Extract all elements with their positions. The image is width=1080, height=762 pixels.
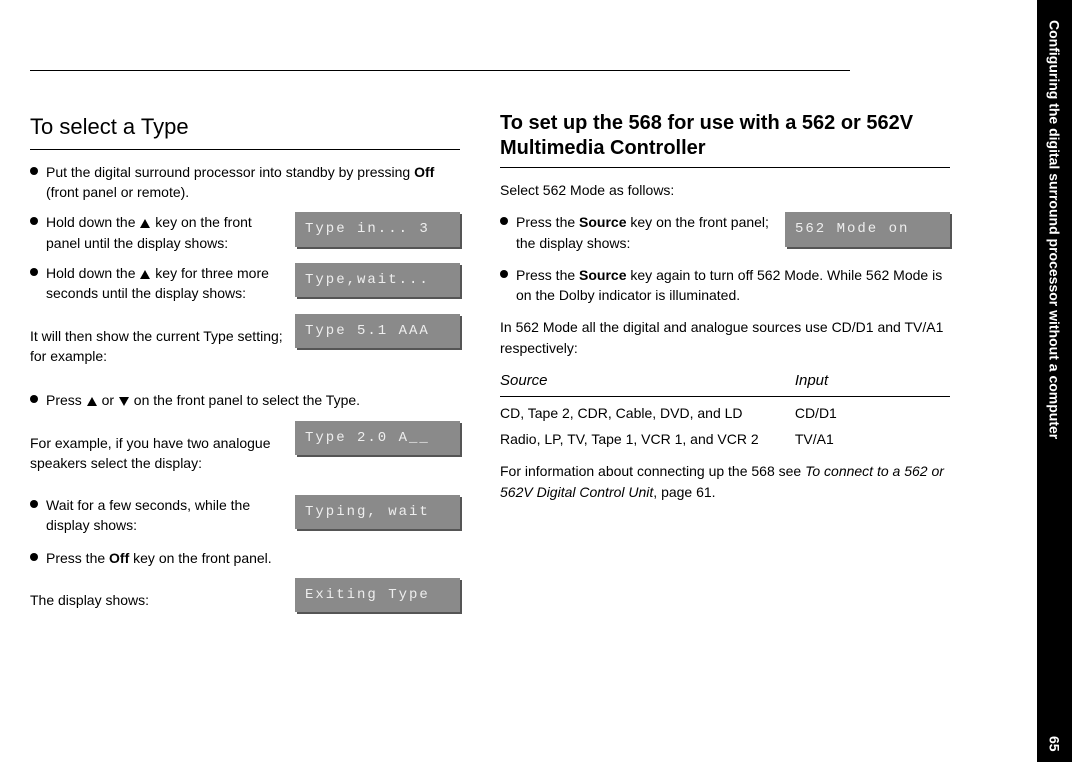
bullet-text: Put the digital surround processor into … — [46, 162, 460, 203]
step-row: It will then show the current Type setti… — [30, 314, 460, 379]
bullet-text: Press the Source key again to turn off 5… — [516, 265, 950, 306]
table-row: CD, Tape 2, CDR, Cable, DVD, and LD CD/D… — [500, 403, 950, 423]
paragraph: The display shows: — [30, 590, 285, 610]
table-header: Source Input — [500, 370, 950, 397]
lcd-display: Type in... 3 — [295, 212, 460, 246]
paragraph: In 562 Mode all the digital and analogue… — [500, 317, 950, 358]
step-row: For example, if you have two analogue sp… — [30, 421, 460, 486]
arrow-up-icon — [87, 397, 97, 406]
table-row: Radio, LP, TV, Tape 1, VCR 1, and VCR 2 … — [500, 429, 950, 449]
paragraph: Select 562 Mode as follows: — [500, 180, 950, 200]
bullet-icon — [30, 167, 38, 175]
bullet-item: Put the digital surround processor into … — [30, 162, 460, 203]
bullet-item: Press the Source key again to turn off 5… — [500, 265, 950, 306]
bullet-text: Hold down the key on the front panel unt… — [46, 212, 285, 253]
paragraph: For example, if you have two analogue sp… — [30, 433, 285, 474]
left-column: To select a Type Put the digital surroun… — [30, 111, 460, 632]
chapter-title: Configuring the digital surround process… — [1047, 20, 1063, 736]
source-input-table: Source Input CD, Tape 2, CDR, Cable, DVD… — [500, 370, 950, 449]
col-header-source: Source — [500, 370, 795, 392]
paragraph: For information about connecting up the … — [500, 461, 950, 502]
top-rule — [30, 70, 850, 71]
bullet-icon — [30, 268, 38, 276]
page-content: To select a Type Put the digital surroun… — [30, 70, 1020, 632]
lcd-display: Type 5.1 AAA — [295, 314, 460, 348]
step-row: The display shows: Exiting Type — [30, 578, 460, 622]
step-row: Press the Source key on the front panel;… — [500, 212, 950, 253]
right-heading: To set up the 568 for use with a 562 or … — [500, 111, 950, 168]
bullet-icon — [30, 217, 38, 225]
arrow-down-icon — [119, 397, 129, 406]
left-heading: To select a Type — [30, 111, 460, 150]
right-column: To set up the 568 for use with a 562 or … — [500, 111, 950, 632]
bullet-icon — [30, 395, 38, 403]
lcd-display: 562 Mode on — [785, 212, 950, 246]
paragraph: It will then show the current Type setti… — [30, 326, 285, 367]
step-row: Wait for a few seconds, while the displa… — [30, 495, 460, 536]
bullet-text: Press the Source key on the front panel;… — [516, 212, 775, 253]
bullet-text: Hold down the key for three more seconds… — [46, 263, 285, 304]
step-row: Hold down the key for three more seconds… — [30, 263, 460, 304]
bullet-icon — [30, 500, 38, 508]
bullet-text: Wait for a few seconds, while the displa… — [46, 495, 285, 536]
bullet-text: Press or on the front panel to select th… — [46, 390, 360, 410]
bullet-item: Press the Off key on the front panel. — [30, 548, 460, 568]
bullet-item: Press or on the front panel to select th… — [30, 390, 460, 410]
step-row: Hold down the key on the front panel unt… — [30, 212, 460, 253]
bullet-text: Press the Off key on the front panel. — [46, 548, 272, 568]
arrow-up-icon — [140, 219, 150, 228]
bullet-icon — [500, 270, 508, 278]
lcd-display: Typing, wait — [295, 495, 460, 529]
lcd-display: Exiting Type — [295, 578, 460, 612]
arrow-up-icon — [140, 270, 150, 279]
bullet-icon — [30, 553, 38, 561]
bullet-icon — [500, 217, 508, 225]
page-number: 65 — [1047, 736, 1063, 752]
lcd-display: Type,wait... — [295, 263, 460, 297]
col-header-input: Input — [795, 370, 950, 392]
lcd-display: Type 2.0 A__ — [295, 421, 460, 455]
side-tab: Configuring the digital surround process… — [1037, 0, 1072, 762]
